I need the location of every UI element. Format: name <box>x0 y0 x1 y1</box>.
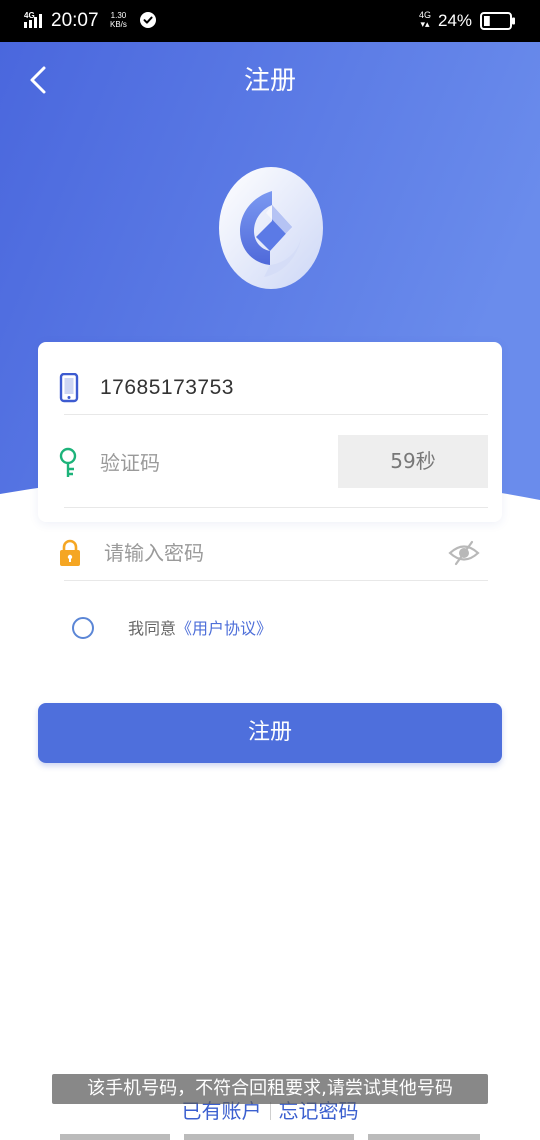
svg-text:4G: 4G <box>24 11 35 20</box>
lock-icon <box>58 538 82 568</box>
footer-divider <box>269 1102 271 1120</box>
battery-percent: 24% <box>438 11 473 30</box>
register-button[interactable]: 注册 <box>38 703 502 763</box>
nav-bar-right[interactable] <box>368 1134 480 1140</box>
toast-message: 该手机号码，不符合回租要求,请尝试其他号码 <box>52 1074 488 1104</box>
phone-input[interactable]: 17685173753 <box>100 373 234 403</box>
nav-bar-center[interactable] <box>184 1134 354 1140</box>
network-speed-unit: KB/s <box>110 20 127 29</box>
app-logo <box>216 165 326 293</box>
page-title: 注册 <box>243 66 296 96</box>
key-icon <box>56 447 80 477</box>
network-speed: 1.30 KB/s <box>110 11 127 29</box>
get-code-button[interactable]: 59秒 <box>338 435 488 488</box>
agreement-text: 我同意《用户协议》 <box>128 617 272 641</box>
data-arrows-icon: ▾▴ <box>420 19 430 29</box>
status-time: 20:07 <box>51 10 99 31</box>
agreement-label: 我同意 <box>128 619 177 638</box>
network-speed-value: 1.30 <box>110 11 127 20</box>
battery-icon <box>480 12 516 30</box>
check-circle-icon <box>140 12 156 28</box>
network-4g-icon: 4G ▾▴ <box>419 11 431 29</box>
user-agreement-link[interactable]: 《用户协议》 <box>176 619 272 638</box>
eye-hidden-icon[interactable] <box>448 538 480 568</box>
nav-bar-left[interactable] <box>60 1134 170 1140</box>
phone-icon <box>58 372 82 403</box>
code-input[interactable]: 验证码 <box>100 448 160 478</box>
status-bar: 4G 20:07 1.30 KB/s 4G ▾▴ 24% <box>0 0 540 42</box>
battery-fill <box>484 16 490 26</box>
password-input[interactable]: 请输入密码 <box>104 538 204 568</box>
signal-icon: 4G <box>24 10 46 30</box>
agree-radio[interactable] <box>72 617 94 639</box>
